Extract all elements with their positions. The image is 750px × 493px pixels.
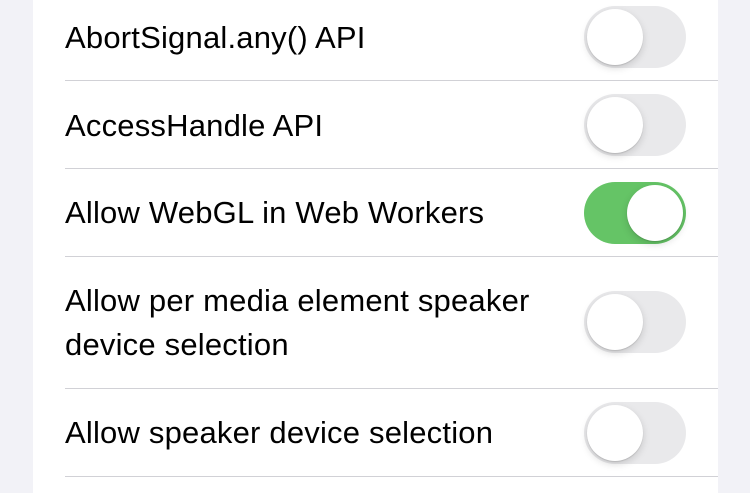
speaker-selection-toggle[interactable] [584,402,686,464]
toggle-knob [587,97,643,153]
per-media-speaker-toggle[interactable] [584,291,686,353]
settings-list: AbortSignal.any() API AccessHandle API A… [33,0,718,493]
setting-label-line1: Allow per media element speaker [65,283,530,318]
setting-label: AccessHandle API [65,108,324,143]
setting-row-abortsignal-any[interactable]: AbortSignal.any() API [33,0,718,80]
toggle-knob [587,294,643,350]
setting-label-line2: device selection [65,327,289,362]
toggle-knob [587,405,643,461]
setting-row-per-media-speaker[interactable]: Allow per media element speaker device s… [33,257,718,388]
divider [65,476,718,477]
setting-label: AbortSignal.any() API [65,20,366,55]
setting-row-accesshandle[interactable]: AccessHandle API [33,81,718,168]
webgl-workers-toggle[interactable] [584,182,686,244]
abortsignal-any-toggle[interactable] [584,6,686,68]
setting-label: Allow speaker device selection [65,415,494,450]
toggle-knob [587,9,643,65]
setting-row-webgl-workers[interactable]: Allow WebGL in Web Workers [33,169,718,256]
toggle-knob [627,185,683,241]
setting-row-speaker-selection[interactable]: Allow speaker device selection [33,389,718,476]
accesshandle-toggle[interactable] [584,94,686,156]
setting-label: Allow WebGL in Web Workers [65,195,485,230]
